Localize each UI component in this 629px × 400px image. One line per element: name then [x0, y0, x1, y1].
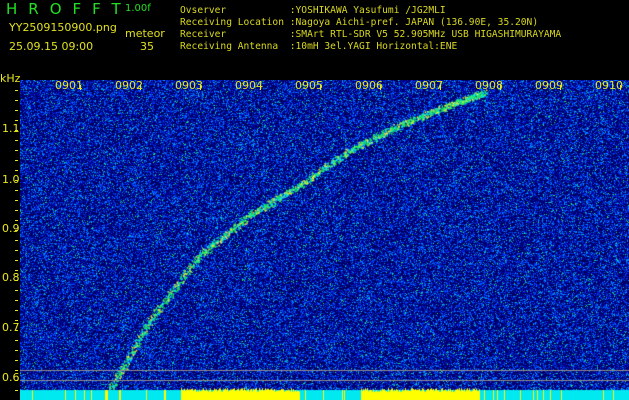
time-tick	[140, 85, 141, 90]
freq-tick	[15, 160, 18, 161]
freq-tick	[15, 260, 18, 261]
location-info: Receiving Location :Nagoya Aichi-pref. J…	[180, 17, 539, 28]
freq-tick	[15, 270, 18, 271]
freq-tick	[15, 240, 18, 241]
freq-tick	[15, 250, 18, 251]
freq-tick	[15, 330, 18, 331]
freq-tick	[15, 350, 18, 351]
time-tick	[500, 85, 501, 90]
time-label: 0906	[355, 79, 383, 92]
meteor-count: 35	[140, 40, 154, 53]
freq-tick	[15, 90, 18, 91]
time-label: 0905	[295, 79, 323, 92]
y-label: 0.8	[2, 271, 20, 284]
time-tick	[560, 85, 561, 90]
freq-tick	[15, 370, 18, 371]
freq-tick	[15, 340, 18, 341]
y-axis-unit: kHz	[0, 72, 21, 85]
time-label: 0903	[175, 79, 203, 92]
time-label: 0907	[415, 79, 443, 92]
freq-tick	[15, 290, 18, 291]
time-label: 0902	[115, 79, 143, 92]
time-label: 0910	[595, 79, 623, 92]
freq-tick	[15, 300, 18, 301]
mode-label: meteor	[125, 27, 165, 40]
time-tick	[260, 85, 261, 90]
freq-tick	[15, 170, 18, 171]
freq-tick	[15, 390, 18, 391]
freq-tick	[15, 210, 18, 211]
filename-label: YY2509150900.png	[9, 21, 117, 34]
time-label: 0904	[235, 79, 263, 92]
time-tick	[620, 85, 621, 90]
freq-tick	[15, 200, 18, 201]
freq-tick	[15, 120, 18, 121]
time-tick	[80, 85, 81, 90]
time-tick	[200, 85, 201, 90]
y-label: 0.6	[2, 371, 20, 384]
y-label: 1.1	[2, 122, 20, 135]
time-tick	[440, 85, 441, 90]
freq-tick	[15, 220, 18, 221]
freq-tick	[15, 110, 18, 111]
y-label: 0.7	[2, 321, 20, 334]
receiver-info: Receiver :SMArt RTL-SDR V5 52.905MHz USB…	[180, 29, 562, 40]
version-label: 1.00f	[125, 3, 151, 14]
freq-tick	[15, 280, 18, 281]
freq-tick	[15, 360, 18, 361]
observer-info: Ovserver :YOSHIKAWA Yasufumi /JG2MLI	[180, 5, 446, 16]
freq-tick	[15, 180, 18, 181]
freq-tick	[15, 100, 18, 101]
freq-tick	[15, 190, 18, 191]
time-tick	[380, 85, 381, 90]
y-label: 0.9	[2, 222, 20, 235]
datetime-label: 25.09.15 09:00	[9, 40, 94, 53]
freq-tick	[15, 310, 18, 311]
time-label: 0901	[55, 79, 83, 92]
antenna-info: Receiving Antenna :10mH 3el.YAGI Horizon…	[180, 41, 458, 52]
freq-tick	[15, 380, 18, 381]
time-label: 0909	[535, 79, 563, 92]
freq-tick	[15, 230, 18, 231]
time-label: 0908	[475, 79, 503, 92]
app-title: HROFFT	[6, 0, 132, 18]
freq-tick	[15, 140, 18, 141]
freq-tick	[15, 130, 18, 131]
time-tick	[320, 85, 321, 90]
spectrogram	[20, 80, 629, 400]
freq-tick	[15, 150, 18, 151]
freq-tick	[15, 320, 18, 321]
